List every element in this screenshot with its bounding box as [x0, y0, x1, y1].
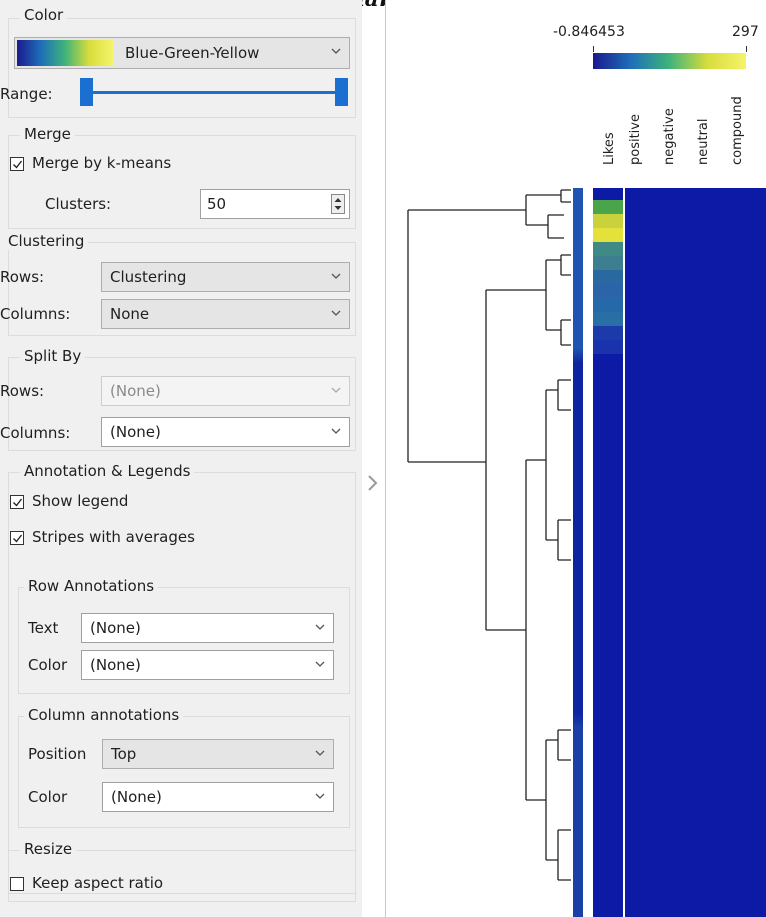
row-annot-color-value: (None) — [90, 656, 141, 674]
col-annot-color-value: (None) — [111, 788, 162, 806]
column-annotations-title: Column annotations — [24, 706, 184, 724]
row-annot-text-value: (None) — [90, 619, 141, 637]
clustering-rows-label: Rows: — [0, 268, 45, 286]
chevron-down-icon — [331, 426, 341, 436]
spin-arrows-icon[interactable] — [331, 194, 345, 214]
range-slider-track[interactable] — [86, 91, 346, 94]
split-rows-combo: (None) — [101, 376, 350, 406]
split-columns-value: (None) — [110, 423, 161, 441]
chevron-down-icon — [331, 46, 341, 56]
color-legend-bar — [593, 53, 746, 69]
likes-cell — [593, 284, 623, 298]
range-slider-min-handle[interactable] — [80, 78, 93, 106]
split-rows-value: (None) — [110, 382, 161, 400]
split-columns-combo[interactable]: (None) — [101, 417, 350, 447]
likes-cell — [593, 242, 623, 256]
color-group-title: Color — [20, 6, 68, 24]
clusters-label: Clusters: — [45, 195, 112, 213]
row-dendrogram — [407, 189, 571, 881]
split-rows-label: Rows: — [0, 382, 45, 400]
clustering-group-title: Clustering — [4, 232, 89, 250]
merge-kmeans-label: Merge by k-means — [32, 154, 172, 172]
row-annot-text-label: Text — [28, 619, 59, 637]
show-legend-label: Show legend — [32, 492, 129, 510]
clustering-rows-value: Clustering — [110, 268, 187, 286]
column-label-negative: negative — [662, 108, 677, 165]
clustering-columns-combo[interactable]: None — [101, 299, 350, 329]
keep-aspect-label: Keep aspect ratio — [32, 874, 164, 892]
split-columns-label: Columns: — [0, 424, 71, 442]
chevron-down-icon — [331, 308, 341, 318]
annotation-legends-title: Annotation & Legends — [20, 462, 195, 480]
likes-cell — [593, 298, 623, 312]
stripes-averages-label: Stripes with averages — [32, 528, 195, 546]
column-label-compound: compound — [730, 96, 745, 165]
likes-cell — [593, 200, 623, 214]
clusters-spinbox[interactable]: 50 — [200, 189, 350, 219]
show-legend-checkbox[interactable] — [10, 495, 24, 509]
clustering-rows-combo[interactable]: Clustering — [101, 262, 350, 292]
legend-max-label: 297 — [732, 24, 759, 40]
col-annot-color-label: Color — [28, 788, 68, 806]
likes-cell — [593, 228, 623, 242]
range-slider-max-handle[interactable] — [335, 78, 348, 106]
chevron-down-icon — [331, 385, 341, 395]
heatmap-view: -0.846453 297 Likes positive negative ne… — [385, 0, 766, 917]
clustering-columns-label: Columns: — [0, 305, 71, 323]
legend-tick-left — [593, 46, 594, 52]
likes-cell — [593, 326, 623, 340]
chevron-down-icon — [315, 791, 325, 801]
chevron-down-icon — [315, 622, 325, 632]
row-annot-text-combo[interactable]: (None) — [81, 613, 334, 643]
col-annot-position-combo[interactable]: Top — [102, 739, 334, 769]
keep-aspect-checkbox[interactable] — [10, 877, 24, 891]
likes-cell — [593, 312, 623, 326]
column-label-neutral: neutral — [696, 118, 711, 166]
resize-group-title: Resize — [20, 840, 77, 858]
settings-panel: Color Blue-Green-Yellow Range: Merge Mer… — [0, 0, 362, 917]
col-annot-position-value: Top — [111, 745, 137, 763]
split-by-group-title: Split By — [20, 347, 86, 365]
likes-cell — [593, 214, 623, 228]
chevron-down-icon — [331, 271, 341, 281]
clusters-value[interactable]: 50 — [207, 195, 226, 213]
merge-group-title: Merge — [20, 125, 75, 143]
chevron-down-icon — [315, 659, 325, 669]
row-annot-color-label: Color — [28, 656, 68, 674]
col-annot-position-label: Position — [28, 745, 87, 763]
range-label: Range: — [0, 85, 53, 103]
column-label-likes: Likes — [602, 132, 617, 165]
row-annotations-title: Row Annotations — [24, 577, 159, 595]
heatmap-grid — [593, 188, 766, 917]
stripes-averages-checkbox[interactable] — [10, 531, 24, 545]
row-annot-color-combo[interactable]: (None) — [81, 650, 334, 680]
chevron-down-icon — [315, 748, 325, 758]
likes-cell — [593, 340, 623, 354]
likes-cell — [593, 270, 623, 284]
legend-tick-right — [746, 46, 747, 52]
color-scheme-swatch — [17, 40, 113, 66]
average-stripe-column — [573, 188, 583, 917]
color-scheme-value: Blue-Green-Yellow — [125, 44, 260, 62]
color-scheme-combo[interactable]: Blue-Green-Yellow — [14, 37, 350, 69]
column-label-positive: positive — [628, 114, 643, 165]
merge-kmeans-checkbox[interactable] — [10, 157, 24, 171]
likes-cell — [593, 256, 623, 270]
chevron-right-icon[interactable] — [364, 472, 382, 494]
col-annot-color-combo[interactable]: (None) — [102, 782, 334, 812]
clustering-columns-value: None — [110, 305, 150, 323]
legend-min-label: -0.846453 — [553, 24, 625, 40]
column-separator — [623, 188, 625, 917]
